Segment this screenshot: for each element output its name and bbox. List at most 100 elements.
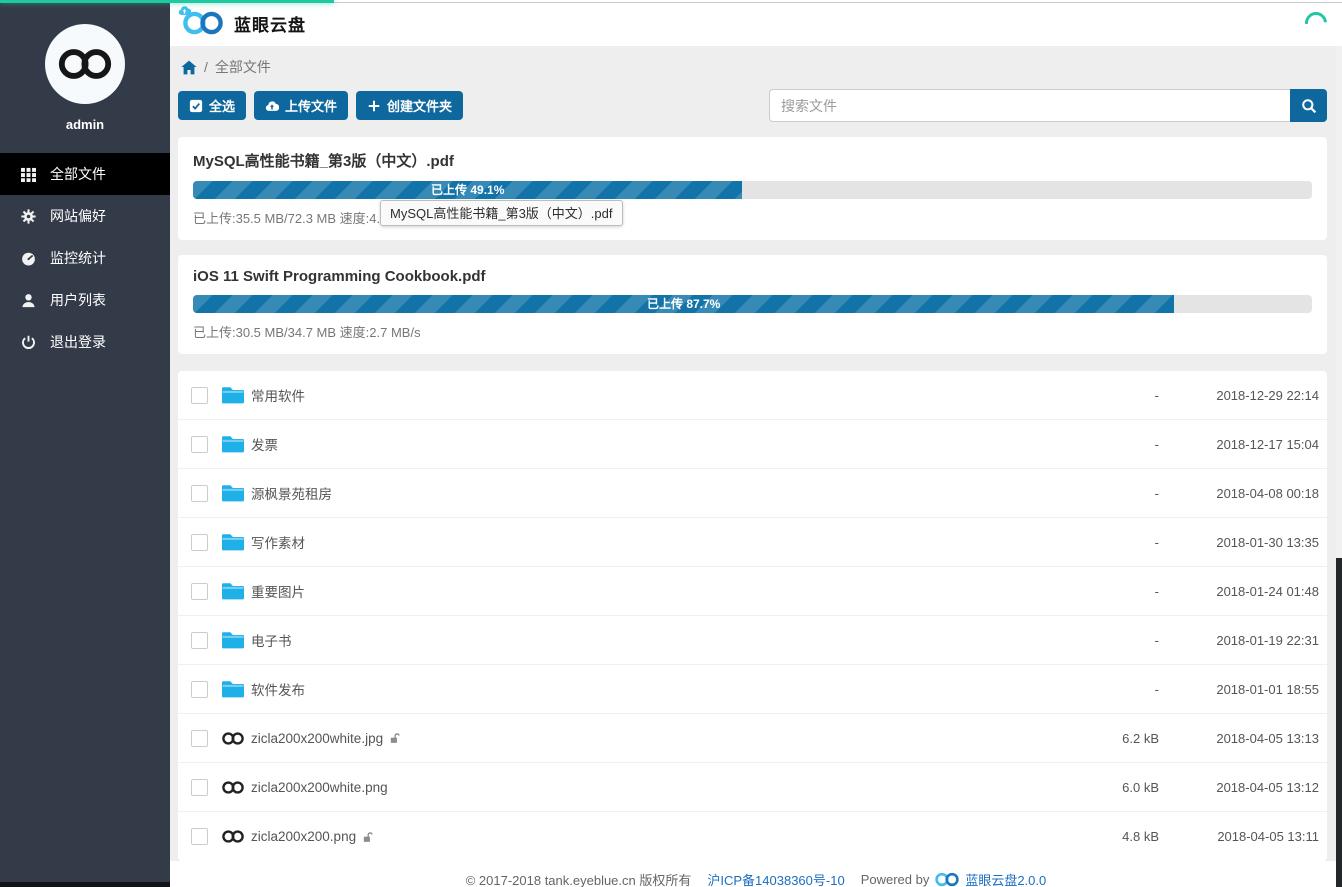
file-thumbnail-icon xyxy=(221,731,245,746)
folder-icon xyxy=(222,631,244,649)
file-size: 4.8 kB xyxy=(1009,829,1159,844)
sidebar-item[interactable]: 退出登录 xyxy=(0,321,170,363)
sidebar-item-label: 全部文件 xyxy=(50,164,106,184)
row-checkbox[interactable] xyxy=(191,583,208,600)
row-checkbox[interactable] xyxy=(191,828,208,845)
table-row[interactable]: 电子书 - 2018-01-19 22:31 xyxy=(178,616,1327,665)
check-square-icon xyxy=(189,99,203,113)
folder-icon xyxy=(222,582,244,600)
sidebar-item-label: 监控统计 xyxy=(50,248,106,268)
sidebar-nav: 全部文件 网站偏好 监控统计 用户列表 xyxy=(0,153,170,363)
create-folder-button[interactable]: 创建文件夹 xyxy=(356,91,463,120)
folder-icon xyxy=(222,435,244,453)
row-checkbox[interactable] xyxy=(191,436,208,453)
row-checkbox[interactable] xyxy=(191,730,208,747)
sidebar-item-icon xyxy=(21,209,36,224)
infinity-logo-icon xyxy=(56,46,114,82)
file-name[interactable]: 软件发布 xyxy=(251,679,305,699)
upload-file-button[interactable]: 上传文件 xyxy=(254,91,348,120)
sidebar-item-icon xyxy=(21,251,36,266)
unlock-icon xyxy=(362,831,375,843)
sidebar-item[interactable]: 网站偏好 xyxy=(0,195,170,237)
loading-spinner-icon xyxy=(1301,8,1332,39)
table-row[interactable]: 源枫景苑租房 - 2018-04-08 00:18 xyxy=(178,469,1327,518)
page-loading-bar xyxy=(0,0,334,3)
scrollbar-thumb[interactable] xyxy=(1336,558,1342,887)
file-size: - xyxy=(1009,437,1159,452)
home-icon[interactable] xyxy=(181,60,197,75)
file-list: 常用软件 - 2018-12-29 22:14 xyxy=(178,371,1327,861)
upload-card: MySQL高性能书籍_第3版（中文）.pdf 已上传 49.1% 已上传:35.… xyxy=(178,137,1327,240)
file-name[interactable]: zicla200x200white.jpg xyxy=(251,731,383,746)
file-thumbnail-icon xyxy=(221,780,245,795)
upload-progress-bar: 已上传 49.1% xyxy=(193,181,742,199)
search-input[interactable] xyxy=(769,89,1290,122)
upload-filename: MySQL高性能书籍_第3版（中文）.pdf xyxy=(193,150,1312,171)
file-date: 2018-04-05 13:12 xyxy=(1169,780,1319,795)
table-row[interactable]: 写作素材 - 2018-01-30 13:35 xyxy=(178,518,1327,567)
sidebar: admin 全部文件 网站偏好 监控统计 xyxy=(0,0,170,882)
file-name[interactable]: 发票 xyxy=(251,434,278,454)
file-name[interactable]: 重要图片 xyxy=(251,581,305,601)
icp-link[interactable]: 沪ICP备14038360号-10 xyxy=(707,870,844,887)
file-size: - xyxy=(1009,388,1159,403)
sidebar-item-label: 用户列表 xyxy=(50,290,106,310)
sidebar-item-label: 退出登录 xyxy=(50,332,106,352)
row-checkbox[interactable] xyxy=(191,485,208,502)
sidebar-item[interactable]: 监控统计 xyxy=(0,237,170,279)
cloud-upload-icon xyxy=(265,99,279,113)
row-checkbox[interactable] xyxy=(191,632,208,649)
search-button[interactable] xyxy=(1290,89,1327,122)
table-row[interactable]: zicla200x200.png 4.8 kB 2018-04-05 13:11 xyxy=(178,812,1327,861)
table-row[interactable]: zicla200x200white.jpg 6.2 kB 2018-04-05 … xyxy=(178,714,1327,763)
avatar[interactable] xyxy=(45,24,125,104)
file-name[interactable]: 常用软件 xyxy=(251,385,305,405)
toolbar: 全选 上传文件 创建文件夹 xyxy=(178,89,1327,122)
upload-progress-track: 已上传 87.7% xyxy=(193,295,1312,313)
row-checkbox[interactable] xyxy=(191,387,208,404)
file-date: 2018-01-24 01:48 xyxy=(1169,584,1319,599)
row-checkbox[interactable] xyxy=(191,779,208,796)
table-row[interactable]: zicla200x200white.png 6.0 kB 2018-04-05 … xyxy=(178,763,1327,812)
app-logo[interactable] xyxy=(181,8,225,38)
breadcrumb: / 全部文件 xyxy=(178,57,1327,77)
upload-file-label: 上传文件 xyxy=(285,96,337,115)
row-checkbox[interactable] xyxy=(191,681,208,698)
powered-by-text: Powered by xyxy=(861,872,930,887)
select-all-button[interactable]: 全选 xyxy=(178,91,246,120)
folder-icon xyxy=(222,680,244,698)
search-icon xyxy=(1301,98,1317,114)
file-name[interactable]: zicla200x200.png xyxy=(251,829,356,844)
table-row[interactable]: 发票 - 2018-12-17 15:04 xyxy=(178,420,1327,469)
row-checkbox[interactable] xyxy=(191,534,208,551)
file-date: 2018-04-08 00:18 xyxy=(1169,486,1319,501)
footer: © 2017-2018 tank.eyeblue.cn 版权所有 沪ICP备14… xyxy=(170,861,1342,887)
file-size: - xyxy=(1009,535,1159,550)
sidebar-item[interactable]: 全部文件 xyxy=(0,153,170,195)
user-profile: admin xyxy=(0,0,170,132)
select-all-label: 全选 xyxy=(209,96,235,115)
table-row[interactable]: 软件发布 - 2018-01-01 18:55 xyxy=(178,665,1327,714)
file-date: 2018-01-19 22:31 xyxy=(1169,633,1319,648)
folder-icon xyxy=(222,386,244,404)
version-link[interactable]: 蓝眼云盘2.0.0 xyxy=(965,870,1046,887)
table-row[interactable]: 重要图片 - 2018-01-24 01:48 xyxy=(178,567,1327,616)
file-name[interactable]: zicla200x200white.png xyxy=(251,780,388,795)
upload-filename: iOS 11 Swift Programming Cookbook.pdf xyxy=(193,268,1312,285)
cloud-upload-badge-icon xyxy=(178,5,191,16)
table-row[interactable]: 常用软件 - 2018-12-29 22:14 xyxy=(178,371,1327,420)
file-name[interactable]: 电子书 xyxy=(251,630,292,650)
file-date: 2018-04-05 13:13 xyxy=(1169,731,1319,746)
file-date: 2018-01-01 18:55 xyxy=(1169,682,1319,697)
breadcrumb-separator: / xyxy=(204,59,208,75)
copyright-text: © 2017-2018 tank.eyeblue.cn 版权所有 xyxy=(466,870,692,887)
app-header: 蓝眼云盘 xyxy=(170,0,1342,46)
file-name[interactable]: 写作素材 xyxy=(251,532,305,552)
file-date: 2018-01-30 13:35 xyxy=(1169,535,1319,550)
upload-detail: 已上传:35.5 MB/72.3 MB 速度:4.4 MB/s xyxy=(193,208,1312,227)
sidebar-item[interactable]: 用户列表 xyxy=(0,279,170,321)
file-thumbnail-icon xyxy=(221,829,245,844)
main-column: 蓝眼云盘 / 全部文件 全选 上传文件 xyxy=(170,0,1342,882)
username: admin xyxy=(66,117,104,132)
file-name[interactable]: 源枫景苑租房 xyxy=(251,483,332,503)
